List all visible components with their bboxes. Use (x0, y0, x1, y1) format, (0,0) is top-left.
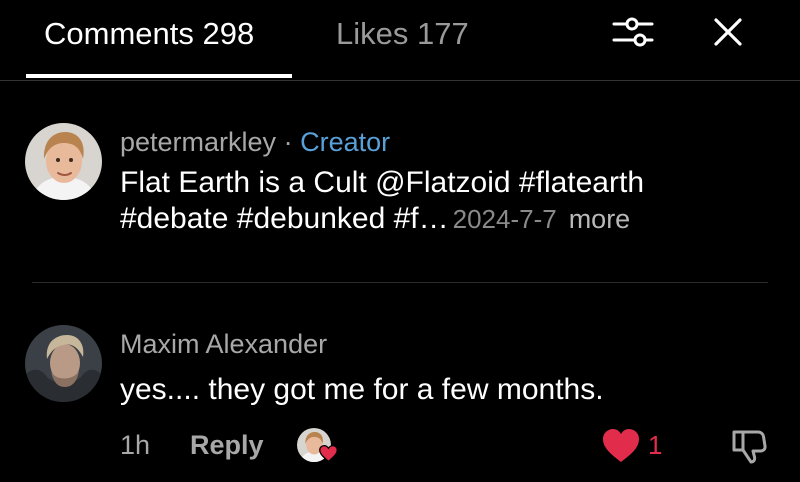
reply-button[interactable]: Reply (190, 428, 264, 462)
like-count: 1 (648, 430, 663, 460)
comment-time: 1h (120, 430, 151, 460)
comment-author[interactable]: Maxim Alexander (120, 329, 327, 359)
avatar[interactable] (25, 325, 102, 402)
active-tab-indicator (26, 74, 292, 78)
tab-comments[interactable]: Comments 298 (44, 14, 254, 54)
close-icon[interactable] (712, 16, 744, 48)
comment-text: yes.... they got me for a few months. (120, 373, 604, 406)
dislike-icon[interactable] (728, 426, 768, 466)
comment-text-line: Flat Earth is a Cult @Flatzoid #flateart… (120, 166, 645, 199)
comment-author-line: Maxim Alexander (120, 327, 327, 361)
more-link[interactable]: more (569, 204, 631, 234)
comment-author[interactable]: petermarkley (120, 127, 276, 157)
comment-text-truncated: #debate #debunked #f… (120, 202, 449, 235)
comment-text-line: #debate #debunked #f… 2024-7-7 more (120, 201, 630, 237)
creator-avatar-image (25, 123, 102, 200)
like-heart-icon[interactable] (601, 428, 641, 464)
creator-badge: Creator (300, 127, 391, 157)
maxim-avatar-image (25, 325, 102, 402)
comment-date: 2024-7-7 (452, 204, 557, 234)
comments-header: Comments 298 Likes 177 (0, 0, 800, 81)
separator-dot: · (283, 127, 293, 157)
avatar[interactable] (25, 123, 102, 200)
tab-likes[interactable]: Likes 177 (336, 14, 469, 54)
comment-divider (32, 282, 768, 283)
comment-author-line: petermarkley · Creator (120, 125, 390, 159)
creator-heart-icon (319, 444, 338, 463)
sliders-icon[interactable] (612, 14, 654, 50)
